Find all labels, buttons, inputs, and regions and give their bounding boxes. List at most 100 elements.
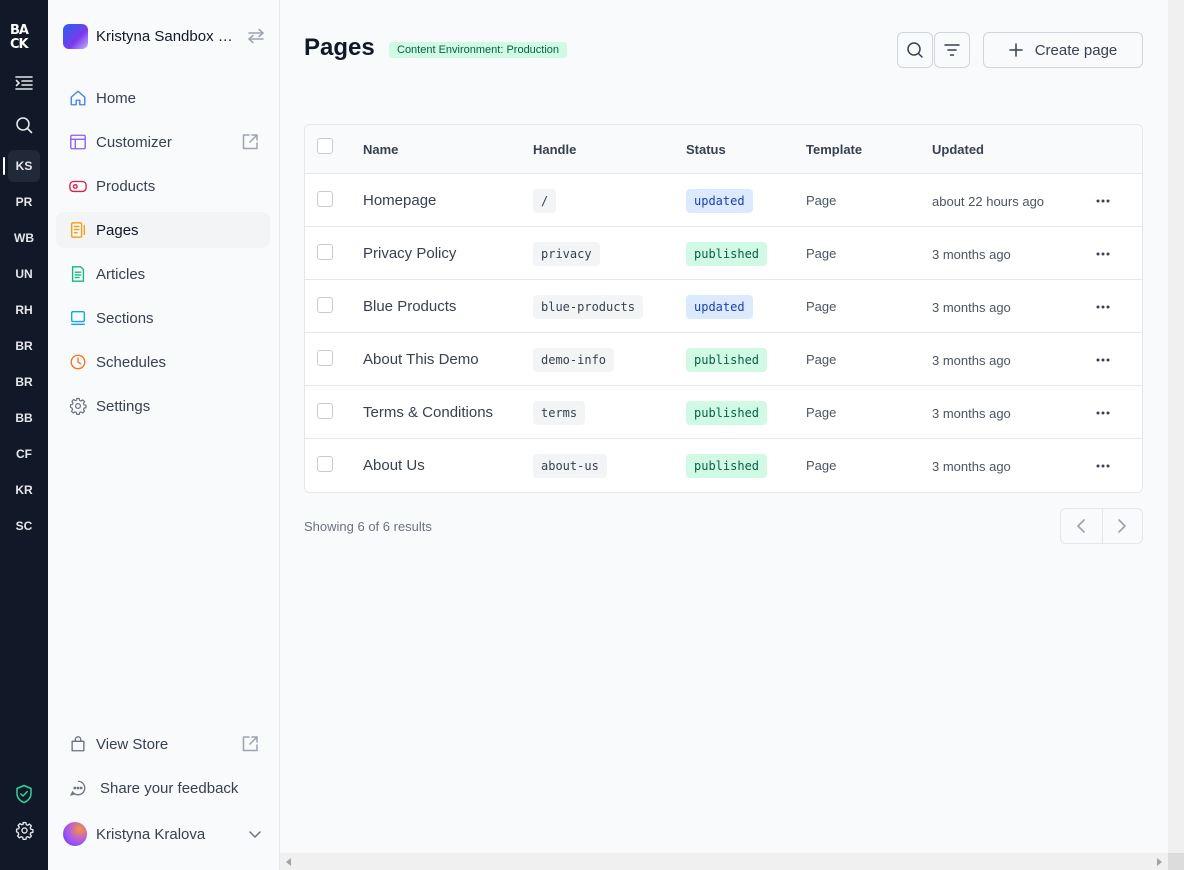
row-checkbox[interactable] [317, 403, 333, 419]
sidebar-item-settings[interactable]: Settings [56, 388, 270, 424]
shield-check-icon[interactable] [12, 782, 36, 806]
table-row[interactable]: Terms & Conditions terms published Page 3 mo… [305, 386, 1142, 439]
store-shortcut[interactable]: CF [0, 438, 48, 470]
page-name[interactable]: About Us [363, 457, 425, 474]
store-shortcut[interactable]: RH [0, 294, 48, 326]
search-icon[interactable] [12, 113, 36, 137]
page-template: Page [806, 405, 837, 420]
create-page-button[interactable]: Create page [983, 32, 1143, 68]
updated-time: 3 months ago [932, 353, 1011, 368]
external-link-icon[interactable] [240, 734, 260, 754]
sidebar-item-label: Products [96, 177, 156, 195]
row-actions-button[interactable] [1093, 191, 1113, 211]
gear-icon[interactable] [12, 818, 36, 842]
table-row[interactable]: About Us about-us published Page 3 months ag… [305, 439, 1142, 492]
sidebar-item-label: Settings [96, 397, 151, 415]
external-link-icon[interactable] [240, 132, 260, 152]
store-shortcut[interactable]: BB [0, 402, 48, 434]
pages-table: Name Handle Status Template Updated Home… [304, 124, 1143, 493]
create-page-label: Create page [1034, 41, 1118, 59]
store-shortcut[interactable]: KR [0, 474, 48, 506]
sidebar-item-products[interactable]: Products [56, 168, 270, 204]
sidebar-item-schedules[interactable]: Schedules [56, 344, 270, 380]
clock-icon [68, 352, 88, 372]
more-horizontal-icon [1096, 411, 1110, 415]
scroll-left-arrow[interactable] [286, 858, 291, 866]
sidebar-item-customizer[interactable]: Customizer [56, 124, 270, 160]
pages-icon [68, 220, 88, 240]
column-header-handle[interactable]: Handle [533, 142, 576, 157]
sidebar-item-pages[interactable]: Pages [56, 212, 270, 248]
page-template: Page [806, 193, 837, 208]
table-row[interactable]: Privacy Policy privacy published Page 3 mont… [305, 227, 1142, 280]
row-checkbox[interactable] [317, 350, 333, 366]
status-badge: published [686, 348, 768, 372]
table-row[interactable]: Homepage / updated Page about 22 hours ago [305, 174, 1142, 227]
table-row[interactable]: About This Demo demo-info published Page 3 m… [305, 333, 1142, 386]
more-horizontal-icon [1096, 252, 1110, 256]
page-name[interactable]: Privacy Policy [363, 245, 456, 262]
scrollbar-corner [1168, 853, 1184, 870]
share-feedback-link[interactable]: Share your feedback [56, 770, 270, 806]
page-title: Pages [304, 34, 375, 61]
page-name[interactable]: Blue Products [363, 298, 456, 315]
row-actions-button[interactable] [1093, 350, 1113, 370]
row-checkbox[interactable] [317, 244, 333, 260]
next-page-button[interactable] [1101, 509, 1143, 543]
user-menu[interactable]: Kristyna Kralova [63, 820, 263, 848]
avatar [63, 822, 87, 846]
home-icon [68, 88, 88, 108]
horizontal-scrollbar[interactable] [280, 853, 1168, 870]
store-shortcut[interactable]: UN [0, 258, 48, 290]
store-shortcut[interactable]: SC [0, 510, 48, 542]
row-actions-button[interactable] [1093, 297, 1113, 317]
select-all-checkbox[interactable] [317, 138, 333, 154]
sidebar-item-sections[interactable]: Sections [56, 300, 270, 336]
page-name[interactable]: About This Demo [363, 351, 479, 368]
store-shortcut[interactable]: WB [0, 222, 48, 254]
chevron-down-icon[interactable] [247, 826, 263, 842]
column-header-status[interactable]: Status [686, 142, 726, 157]
articles-icon [68, 264, 88, 284]
store-shortcut[interactable]: BR [0, 366, 48, 398]
sidebar-nav: Home Customizer Products Pages Articles … [56, 80, 270, 432]
menu-icon[interactable] [12, 71, 36, 95]
search-button[interactable] [897, 32, 933, 68]
row-actions-button[interactable] [1093, 244, 1113, 264]
page-template: Page [806, 246, 837, 261]
switch-arrows-icon[interactable] [246, 26, 266, 46]
row-checkbox[interactable] [317, 191, 333, 207]
scroll-right-arrow[interactable] [1157, 858, 1162, 866]
sections-icon [68, 308, 88, 328]
vertical-scrollbar[interactable] [1168, 0, 1184, 853]
row-actions-button[interactable] [1093, 403, 1113, 423]
column-header-updated[interactable]: Updated [932, 142, 984, 157]
status-badge: published [686, 242, 768, 266]
store-shortcut[interactable]: BR [0, 330, 48, 362]
table-row[interactable]: Blue Products blue-products updated Page 3 m… [305, 280, 1142, 333]
previous-page-button[interactable] [1061, 509, 1102, 543]
brand-logo-mark: BA CK [10, 23, 31, 52]
page-handle: demo-info [533, 348, 615, 372]
row-checkbox[interactable] [317, 297, 333, 313]
sidebar-item-label: Pages [96, 221, 139, 239]
page-handle: privacy [533, 242, 600, 266]
sidebar-item-home[interactable]: Home [56, 80, 270, 116]
column-header-name[interactable]: Name [363, 142, 398, 157]
page-name[interactable]: Homepage [363, 192, 436, 209]
column-header-template[interactable]: Template [806, 142, 862, 157]
store-shortcut[interactable]: KS [3, 150, 40, 182]
brand-logo[interactable]: BA CK [10, 22, 38, 52]
filter-button[interactable] [934, 32, 970, 68]
store-shortcut[interactable]: PR [0, 186, 48, 218]
sidebar-item-label: Schedules [96, 353, 167, 371]
view-store-label: View Store [96, 735, 169, 753]
row-checkbox[interactable] [317, 456, 333, 472]
store-switcher[interactable]: Kristyna Sandbox S... [63, 22, 268, 50]
sidebar-item-articles[interactable]: Articles [56, 256, 270, 292]
page-name[interactable]: Terms & Conditions [363, 404, 493, 421]
gear-icon [68, 396, 88, 416]
row-actions-button[interactable] [1093, 456, 1113, 476]
status-badge: updated [686, 189, 753, 213]
view-store-link[interactable]: View Store [56, 726, 270, 762]
